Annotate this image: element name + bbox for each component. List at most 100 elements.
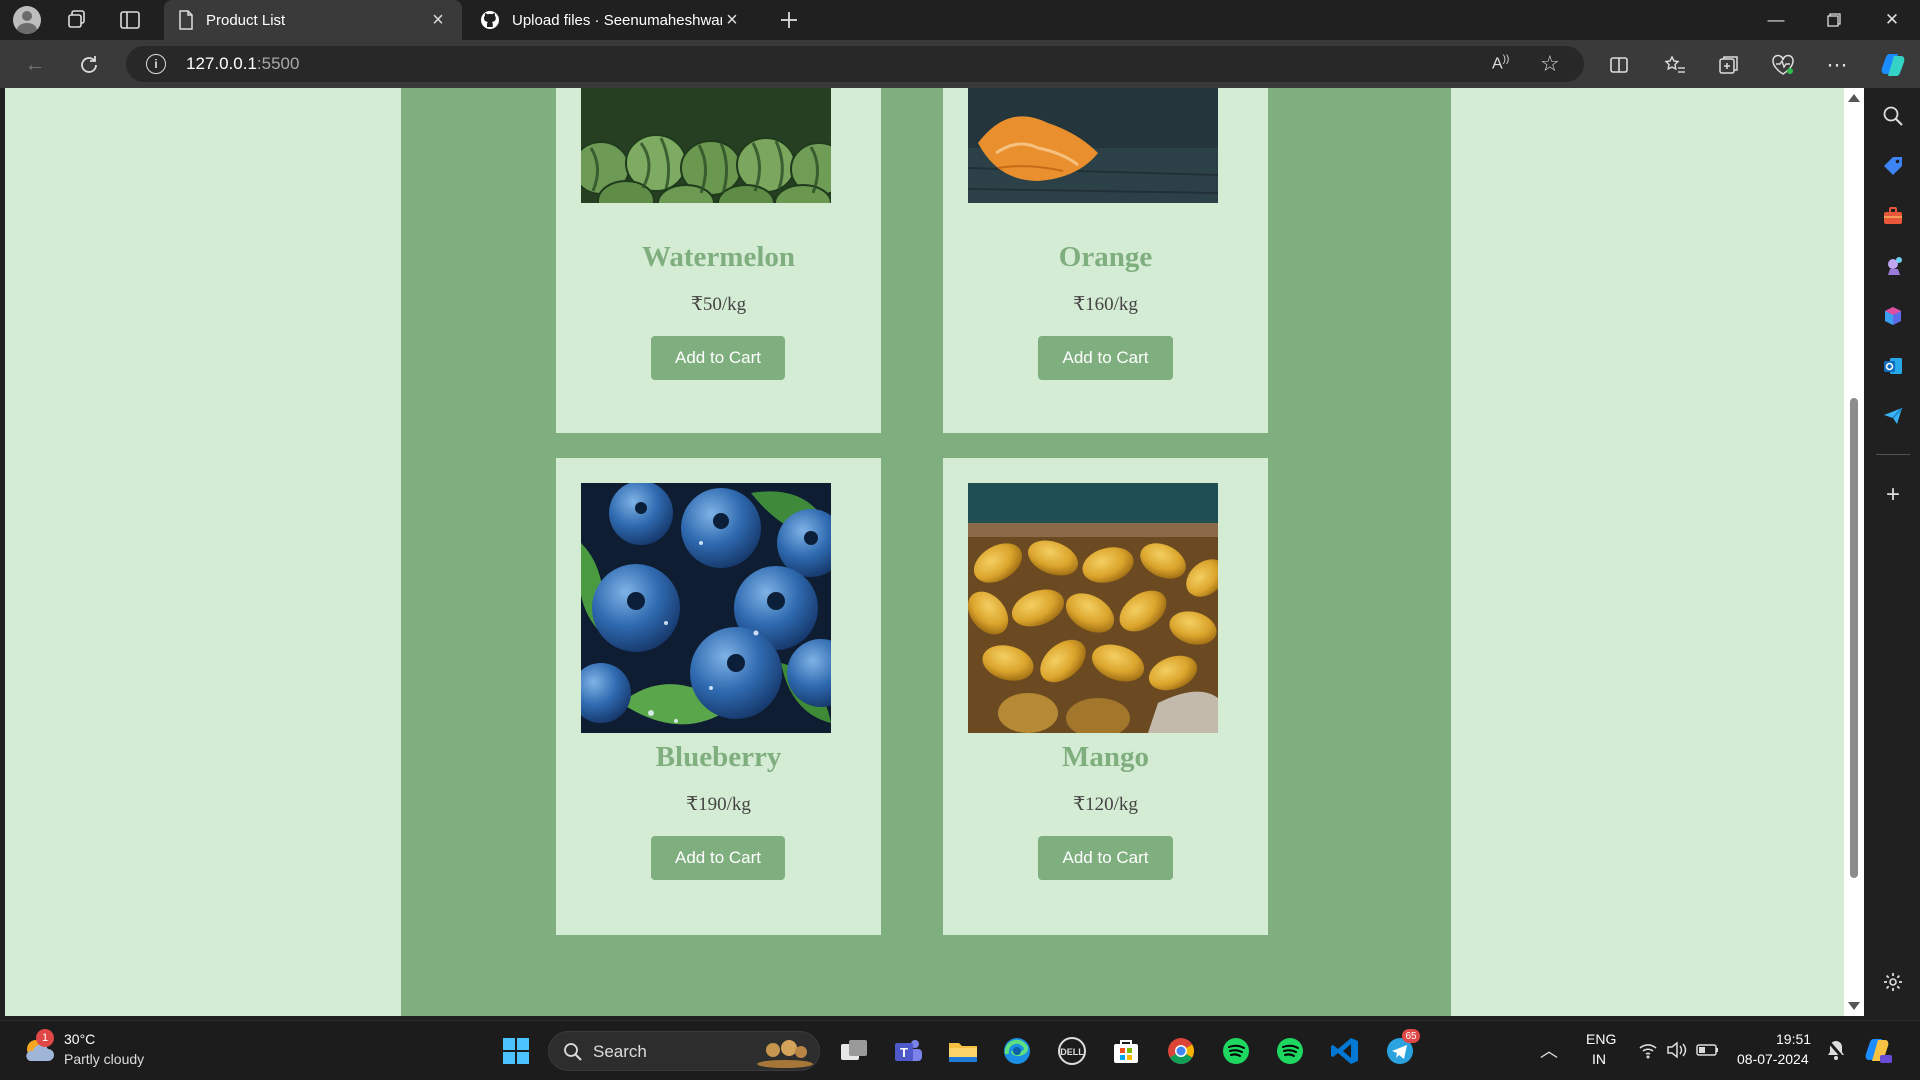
- scroll-down-arrow-icon[interactable]: [1848, 1002, 1860, 1010]
- spotify-icon[interactable]: [1218, 1033, 1254, 1069]
- scroll-thumb[interactable]: [1850, 398, 1858, 878]
- windows-taskbar: 1 30°C Partly cloudy Search T DELL 65 ︿ …: [0, 1020, 1920, 1080]
- add-to-cart-button[interactable]: Add to Cart: [1038, 336, 1173, 380]
- profile-avatar-icon[interactable]: [12, 5, 42, 35]
- battery-icon[interactable]: [1696, 1042, 1720, 1063]
- weather-temp: 30°C: [64, 1031, 96, 1047]
- url-text: 127.0.0.1:5500: [186, 54, 300, 73]
- vscode-icon[interactable]: [1327, 1033, 1363, 1069]
- product-price: ₹120/kg: [1073, 794, 1138, 815]
- search-icon[interactable]: [1879, 102, 1907, 130]
- add-to-cart-button[interactable]: Add to Cart: [651, 336, 785, 380]
- send-icon[interactable]: [1879, 402, 1907, 430]
- games-icon[interactable]: [1879, 252, 1907, 280]
- clock-time[interactable]: 19:51: [1776, 1031, 1811, 1047]
- product-name: Watermelon: [641, 241, 795, 273]
- weather-desc: Partly cloudy: [64, 1051, 145, 1067]
- search-icon: [564, 1043, 582, 1061]
- telegram-badge: 65: [1402, 1029, 1420, 1043]
- notifications-bell-icon[interactable]: [1826, 1039, 1846, 1066]
- shopping-tag-icon[interactable]: [1879, 152, 1907, 180]
- search-label: Search: [593, 1042, 647, 1061]
- product-container: Watermelon ₹50/kg Add to Cart Orange ₹16…: [401, 88, 1451, 1016]
- read-aloud-icon[interactable]: A)): [1492, 54, 1509, 73]
- address-bar[interactable]: i 127.0.0.1:5500 A)) ☆: [126, 46, 1584, 82]
- add-sidebar-app-icon[interactable]: +: [1879, 481, 1907, 509]
- copilot-icon[interactable]: [1876, 48, 1910, 82]
- minimize-icon[interactable]: —: [1748, 0, 1804, 40]
- mango-image: [968, 483, 1218, 733]
- weather-widget-icon[interactable]: 1: [22, 1029, 56, 1067]
- settings-gear-icon[interactable]: [1879, 968, 1907, 996]
- blueberry-image: [581, 483, 831, 733]
- search-highlight-icon: [757, 1040, 813, 1068]
- product-card: Mango ₹120/kg Add to Cart: [943, 458, 1268, 935]
- browser-tab-bar: Product List × Upload files · Seenumahes…: [0, 0, 1920, 40]
- microsoft-store-icon[interactable]: [1108, 1033, 1144, 1069]
- dell-icon[interactable]: DELL: [1054, 1033, 1090, 1069]
- tab-label: Upload files · Seenumaheshwaran: [512, 11, 722, 29]
- page-viewport: Watermelon ₹50/kg Add to Cart Orange ₹16…: [5, 88, 1849, 1016]
- browser-toolbar: ← i 127.0.0.1:5500 A)) ☆ ⋯: [0, 40, 1920, 88]
- close-tab-icon[interactable]: ×: [722, 9, 742, 32]
- more-options-icon[interactable]: ⋯: [1820, 48, 1854, 82]
- github-icon: [481, 11, 499, 29]
- collections-icon[interactable]: [1712, 48, 1746, 82]
- product-card: Blueberry ₹190/kg Add to Cart: [556, 458, 881, 935]
- product-price: ₹50/kg: [690, 294, 747, 315]
- product-price: ₹160/kg: [1073, 294, 1138, 315]
- tab-label: Product List: [206, 11, 286, 29]
- language-bottom[interactable]: IN: [1592, 1051, 1606, 1067]
- restore-icon[interactable]: [1806, 0, 1862, 40]
- page-scrollbar[interactable]: [1844, 88, 1864, 1016]
- new-tab-icon[interactable]: [774, 5, 804, 35]
- back-icon[interactable]: ←: [18, 48, 52, 82]
- tab-upload-files[interactable]: Upload files · Seenumaheshwaran ×: [466, 0, 756, 40]
- tools-icon[interactable]: [1879, 202, 1907, 230]
- clock-date[interactable]: 08-07-2024: [1737, 1051, 1809, 1067]
- scroll-up-arrow-icon[interactable]: [1848, 94, 1860, 102]
- telegram-icon[interactable]: 65: [1382, 1029, 1420, 1069]
- favorites-icon[interactable]: [1658, 48, 1692, 82]
- teams-icon[interactable]: T: [890, 1033, 926, 1069]
- microsoft-365-icon[interactable]: [1879, 302, 1907, 330]
- volume-icon[interactable]: [1666, 1041, 1688, 1064]
- close-tab-icon[interactable]: ×: [428, 9, 448, 32]
- vertical-tabs-icon[interactable]: [115, 5, 145, 35]
- split-screen-icon[interactable]: [1602, 48, 1636, 82]
- show-hidden-icons-chevron-icon[interactable]: ︿: [1540, 1037, 1558, 1063]
- workspaces-icon[interactable]: [62, 5, 92, 35]
- outlook-icon[interactable]: [1879, 352, 1907, 380]
- product-name: Mango: [1062, 741, 1149, 773]
- edge-sidebar: +: [1866, 88, 1920, 1016]
- product-card: Orange ₹160/kg Add to Cart: [943, 88, 1268, 433]
- svg-text:DELL: DELL: [1060, 1047, 1084, 1057]
- product-price: ₹190/kg: [686, 794, 751, 815]
- favorite-star-icon[interactable]: ☆: [1540, 51, 1560, 77]
- copilot-taskbar-icon[interactable]: [1862, 1035, 1892, 1070]
- product-name: Orange: [1058, 241, 1153, 273]
- product-name: Blueberry: [655, 741, 782, 773]
- close-window-icon[interactable]: ✕: [1864, 0, 1920, 40]
- edge-browser-icon[interactable]: [999, 1033, 1035, 1069]
- windows-start-icon[interactable]: [498, 1033, 534, 1069]
- wifi-icon[interactable]: [1638, 1041, 1658, 1064]
- add-to-cart-button[interactable]: Add to Cart: [651, 836, 785, 880]
- task-view-icon[interactable]: [836, 1033, 872, 1069]
- product-card: Watermelon ₹50/kg Add to Cart: [556, 88, 881, 433]
- site-info-icon[interactable]: i: [146, 54, 166, 74]
- browser-essentials-icon[interactable]: [1766, 48, 1800, 82]
- watermelon-image: [581, 88, 831, 203]
- add-to-cart-button[interactable]: Add to Cart: [1038, 836, 1173, 880]
- refresh-icon[interactable]: [72, 48, 106, 82]
- chrome-icon[interactable]: [1163, 1033, 1199, 1069]
- taskbar-search-box[interactable]: Search: [548, 1031, 820, 1071]
- spotify-icon[interactable]: [1272, 1033, 1308, 1069]
- sidebar-divider: [1876, 454, 1910, 455]
- tab-product-list[interactable]: Product List ×: [164, 0, 462, 40]
- svg-text:T: T: [900, 1045, 908, 1060]
- page-icon: [179, 10, 193, 30]
- orange-image: [968, 88, 1218, 203]
- language-top[interactable]: ENG: [1586, 1031, 1616, 1047]
- file-explorer-icon[interactable]: [945, 1033, 981, 1069]
